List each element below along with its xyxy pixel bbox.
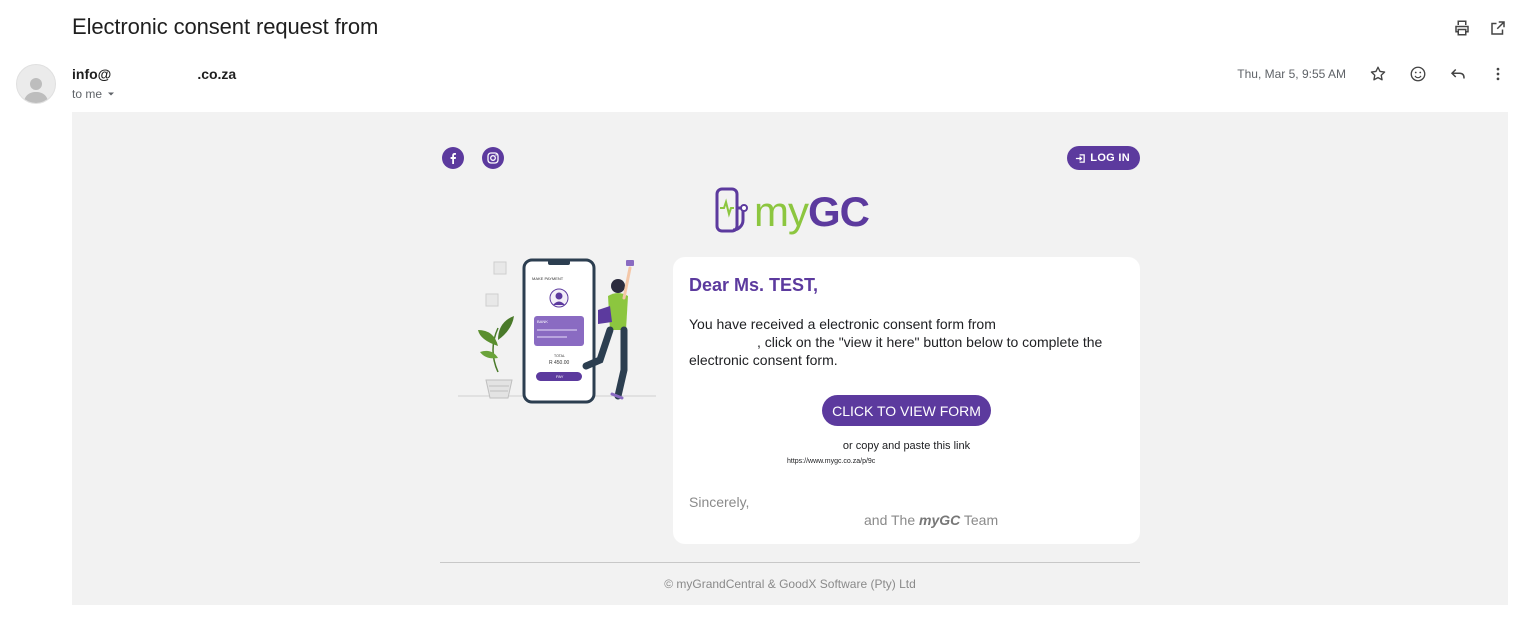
- message-paragraph: You have received a electronic consent f…: [689, 315, 1119, 369]
- email-body: LOG IN myGC MAKE PAYMENT BANK TOTAL R 45…: [72, 112, 1508, 605]
- newsletter-container: LOG IN myGC MAKE PAYMENT BANK TOTAL R 45…: [440, 112, 1140, 605]
- message-card: Dear Ms. TEST, You have received a elect…: [673, 257, 1140, 544]
- social-links: [442, 147, 504, 169]
- greeting: Dear Ms. TEST,: [689, 275, 819, 295]
- sender-address: info@ .co.za: [72, 66, 236, 82]
- recipient-dropdown[interactable]: to me: [72, 87, 116, 101]
- print-icon[interactable]: [1452, 18, 1472, 38]
- open-in-new-icon[interactable]: [1488, 18, 1508, 38]
- sender-domain: .co.za: [197, 66, 237, 82]
- pay-label: PAY: [556, 374, 564, 379]
- sender-prefix: info@: [72, 66, 112, 82]
- phone-title: MAKE PAYMENT: [532, 276, 564, 281]
- email-date: Thu, Mar 5, 9:55 AM: [1237, 67, 1346, 81]
- logo-my: my: [754, 188, 809, 235]
- total-value: R 450.00: [549, 360, 570, 366]
- mygc-logo: myGC: [714, 186, 870, 238]
- logo-gc: GC: [808, 188, 870, 235]
- view-form-button[interactable]: CLICK TO VIEW FORM: [822, 395, 991, 426]
- login-button[interactable]: LOG IN: [1067, 146, 1140, 170]
- message-meta: Thu, Mar 5, 9:55 AM: [1237, 64, 1508, 84]
- payment-illustration: MAKE PAYMENT BANK TOTAL R 450.00 PAY: [458, 256, 658, 406]
- chevron-down-icon: [108, 92, 115, 96]
- sign-off: Sincerely,: [689, 494, 750, 510]
- login-label: LOG IN: [1090, 152, 1130, 164]
- more-vert-icon[interactable]: [1488, 64, 1508, 84]
- total-label: TOTAL: [554, 354, 565, 358]
- star-icon[interactable]: [1368, 64, 1388, 84]
- card-bank: BANK: [537, 319, 548, 324]
- facebook-icon[interactable]: [442, 147, 464, 169]
- emoji-icon[interactable]: [1408, 64, 1428, 84]
- team-brand: myGC: [919, 512, 961, 528]
- recipient-label: to me: [72, 87, 103, 101]
- reply-icon[interactable]: [1448, 64, 1468, 84]
- sender-row: info@ .co.za to me Thu, Mar 5, 9:55 AM: [16, 62, 1520, 106]
- avatar[interactable]: [16, 64, 56, 104]
- team-suffix: Team: [963, 512, 999, 528]
- instagram-icon[interactable]: [482, 147, 504, 169]
- email-subject-row: Electronic consent request from: [72, 14, 1520, 46]
- message-line-3: electronic consent form.: [689, 352, 838, 368]
- top-actions: [1452, 18, 1508, 38]
- stethoscope-phone-icon: [715, 187, 748, 233]
- team-signature: and The myGC Team: [864, 512, 998, 528]
- team-prefix: and The: [864, 512, 916, 528]
- form-link[interactable]: https://www.mygc.co.za/p/9c: [787, 458, 875, 465]
- message-line-2: , click on the "view it here" button bel…: [757, 334, 1103, 350]
- email-subject: Electronic consent request from: [72, 14, 379, 39]
- footer-divider: [440, 562, 1140, 563]
- login-icon: [1076, 153, 1086, 163]
- copy-link-instruction: or copy and paste this link: [842, 440, 971, 452]
- message-line-1: You have received a electronic consent f…: [689, 316, 996, 332]
- footer-copyright: © myGrandCentral & GoodX Software (Pty) …: [664, 577, 916, 591]
